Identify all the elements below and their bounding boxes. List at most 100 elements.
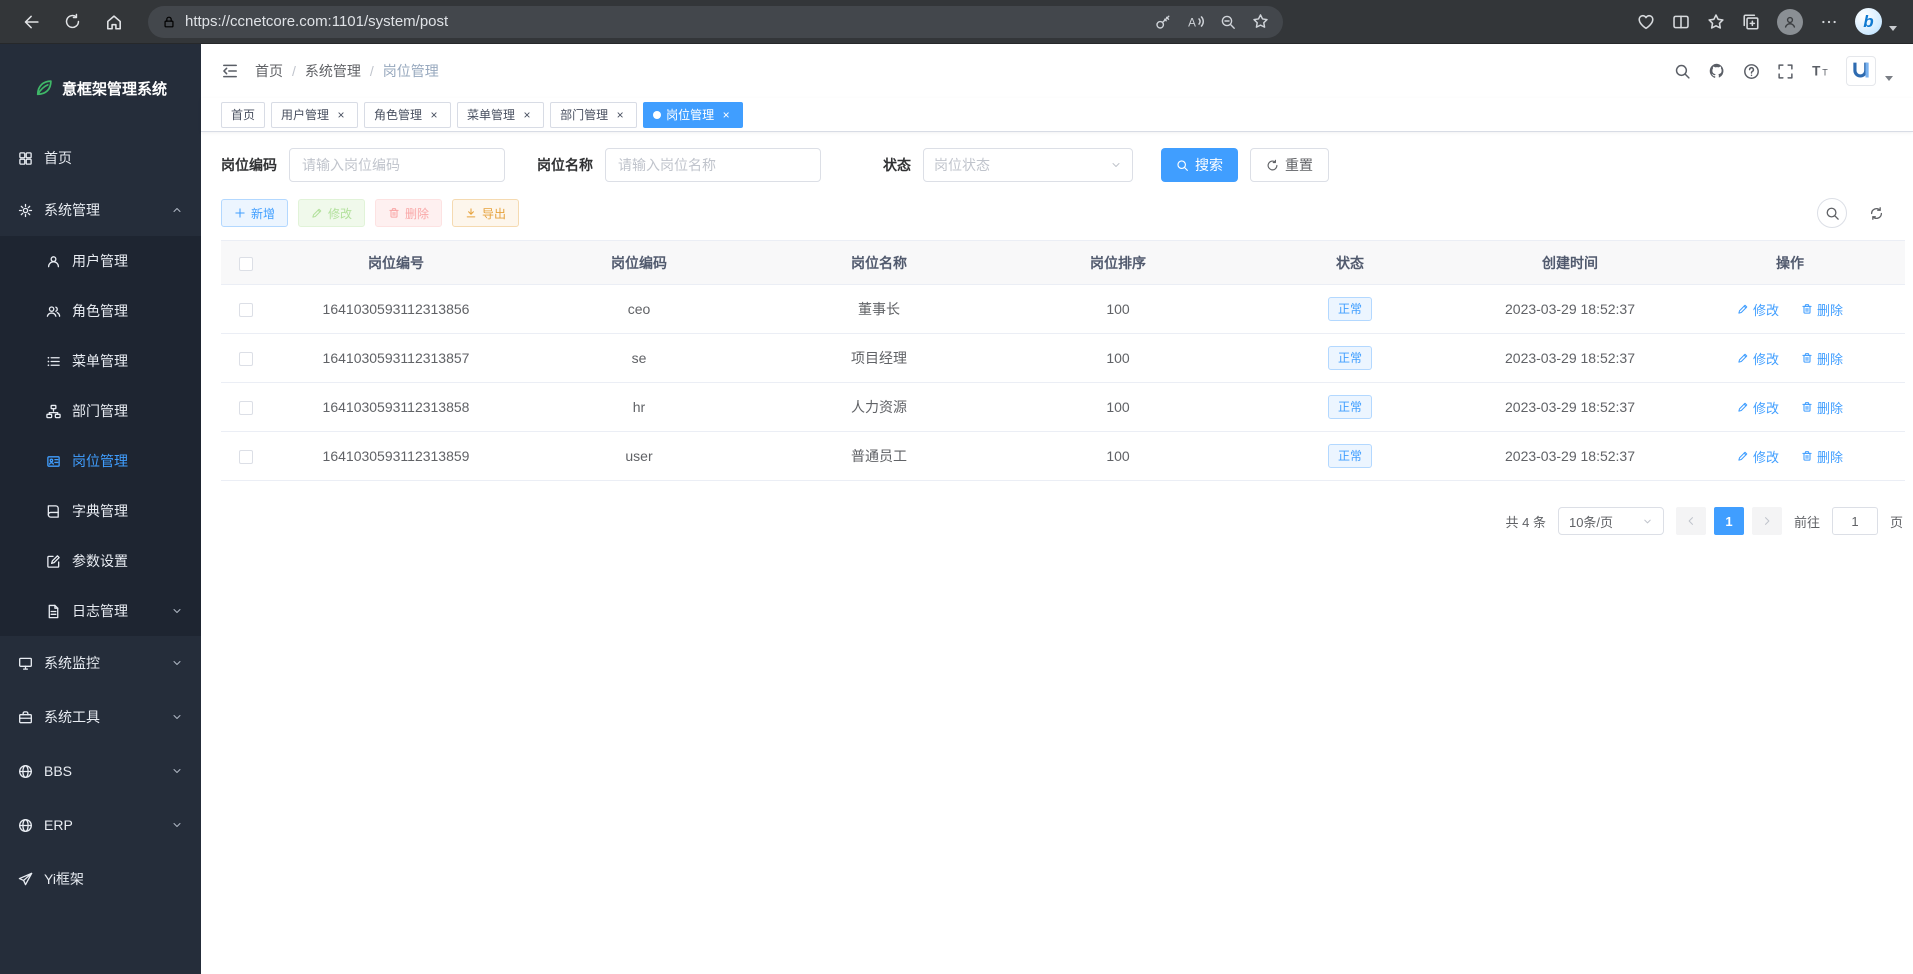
page-number-button[interactable]: 1 <box>1714 507 1744 535</box>
edit-button[interactable]: 修改 <box>298 199 365 227</box>
row-delete-link[interactable]: 删除 <box>1801 349 1843 368</box>
monitor-icon <box>18 656 33 671</box>
row-edit-link[interactable]: 修改 <box>1737 398 1779 417</box>
status-label: 状态 <box>883 155 911 175</box>
export-button[interactable]: 导出 <box>452 199 519 227</box>
row-delete-link[interactable]: 删除 <box>1801 398 1843 417</box>
split-screen-icon[interactable] <box>1672 13 1690 31</box>
close-icon[interactable] <box>334 108 348 122</box>
org-tree-icon <box>46 404 61 419</box>
row-checkbox[interactable] <box>239 352 253 366</box>
tab-home[interactable]: 首页 <box>221 102 265 128</box>
zoom-icon[interactable] <box>1220 14 1236 30</box>
browser-back-button[interactable] <box>12 5 48 39</box>
sidebar-item-parameters[interactable]: 参数设置 <box>0 536 201 586</box>
tab-menus[interactable]: 菜单管理 <box>457 102 544 128</box>
address-bar[interactable]: https://ccnetcore.com:1101/system/post A <box>148 6 1283 38</box>
select-all-checkbox[interactable] <box>239 257 253 271</box>
breadcrumb-system[interactable]: 系统管理 <box>283 61 361 81</box>
prev-page-button[interactable] <box>1676 507 1706 535</box>
fullscreen-icon[interactable] <box>1777 63 1794 80</box>
browser-profile-avatar[interactable] <box>1777 9 1803 35</box>
post-code-input[interactable] <box>289 148 505 182</box>
read-aloud-icon[interactable]: A <box>1187 13 1204 30</box>
post-name-input[interactable] <box>605 148 821 182</box>
row-edit-link[interactable]: 修改 <box>1737 349 1779 368</box>
row-edit-link[interactable]: 修改 <box>1737 300 1779 319</box>
url-text[interactable]: https://ccnetcore.com:1101/system/post <box>185 13 1146 30</box>
bing-copilot-icon[interactable] <box>1855 8 1882 35</box>
sidebar-collapse-icon[interactable] <box>221 62 239 80</box>
sidebar-item-logs[interactable]: 日志管理 <box>0 586 201 636</box>
sidebar-item-yi-framework[interactable]: Yi框架 <box>0 852 201 906</box>
font-size-icon[interactable]: TT <box>1811 62 1829 80</box>
tab-label: 菜单管理 <box>467 106 515 123</box>
sidebar-item-roles[interactable]: 角色管理 <box>0 286 201 336</box>
row-delete-link[interactable]: 删除 <box>1801 300 1843 319</box>
trash-icon <box>1801 401 1813 413</box>
sidebar-item-tools[interactable]: 系统工具 <box>0 690 201 744</box>
tab-departments[interactable]: 部门管理 <box>550 102 637 128</box>
toggle-search-button[interactable] <box>1817 198 1847 228</box>
sidebar-item-bbs[interactable]: BBS <box>0 744 201 798</box>
next-page-button[interactable] <box>1752 507 1782 535</box>
sidebar-item-users[interactable]: 用户管理 <box>0 236 201 286</box>
leaf-logo-icon <box>34 78 54 98</box>
user-avatar[interactable] <box>1846 56 1876 86</box>
col-status: 状态 <box>1235 241 1465 285</box>
tabs-bar: 首页 用户管理 角色管理 菜单管理 部门管理 <box>201 98 1913 132</box>
browser-more-icon[interactable] <box>1820 13 1838 31</box>
sidebar-item-dictionary[interactable]: 字典管理 <box>0 486 201 536</box>
row-checkbox[interactable] <box>239 401 253 415</box>
post-sort-cell: 100 <box>1001 334 1235 383</box>
add-button[interactable]: 新增 <box>221 199 288 227</box>
sidebar-item-system[interactable]: 系统管理 <box>0 184 201 236</box>
breadcrumb-home[interactable]: 首页 <box>255 61 283 81</box>
password-key-icon[interactable] <box>1155 14 1171 30</box>
help-icon[interactable] <box>1743 63 1760 80</box>
chevron-up-icon <box>171 204 183 216</box>
sidebar-item-monitor[interactable]: 系统监控 <box>0 636 201 690</box>
delete-button[interactable]: 删除 <box>375 199 442 227</box>
sidebar-item-home[interactable]: 首页 <box>0 132 201 184</box>
github-icon[interactable] <box>1708 62 1726 80</box>
sidebar-item-erp[interactable]: ERP <box>0 798 201 852</box>
search-button[interactable]: 搜索 <box>1161 148 1238 182</box>
browser-essentials-icon[interactable] <box>1637 13 1655 31</box>
goto-page-input[interactable] <box>1832 507 1878 535</box>
reset-button[interactable]: 重置 <box>1250 148 1329 182</box>
user-menu-caret-icon[interactable] <box>1885 76 1893 81</box>
top-navbar: 首页 系统管理 岗位管理 TT <box>201 44 1913 98</box>
back-arrow-icon <box>21 13 39 31</box>
sidebar-item-menus[interactable]: 菜单管理 <box>0 336 201 386</box>
tab-users[interactable]: 用户管理 <box>271 102 358 128</box>
close-icon[interactable] <box>520 108 534 122</box>
row-edit-link[interactable]: 修改 <box>1737 447 1779 466</box>
browser-refresh-button[interactable] <box>54 5 90 39</box>
sidebar-item-posts[interactable]: 岗位管理 <box>0 436 201 486</box>
yi-logo-icon <box>1847 57 1875 85</box>
trash-icon <box>1801 352 1813 364</box>
search-icon[interactable] <box>1674 63 1691 80</box>
close-icon[interactable] <box>427 108 441 122</box>
document-icon <box>46 604 61 619</box>
tab-posts-active[interactable]: 岗位管理 <box>643 102 743 128</box>
svg-text:T: T <box>1812 64 1821 79</box>
dashboard-icon <box>18 151 33 166</box>
status-select[interactable]: 岗位状态 <box>923 148 1133 182</box>
refresh-table-button[interactable] <box>1861 198 1891 228</box>
row-delete-link[interactable]: 删除 <box>1801 447 1843 466</box>
copilot-caret-icon[interactable] <box>1889 26 1897 31</box>
row-checkbox[interactable] <box>239 450 253 464</box>
collections-icon[interactable] <box>1742 13 1760 31</box>
tab-roles[interactable]: 角色管理 <box>364 102 451 128</box>
page-size-select[interactable]: 10条/页 <box>1558 507 1664 535</box>
favorites-bar-icon[interactable] <box>1707 13 1725 31</box>
sidebar-item-departments[interactable]: 部门管理 <box>0 386 201 436</box>
favorites-add-icon[interactable] <box>1252 13 1269 30</box>
close-icon[interactable] <box>613 108 627 122</box>
row-checkbox[interactable] <box>239 303 253 317</box>
close-icon[interactable] <box>719 108 733 122</box>
sidebar-item-label: 系统监控 <box>44 653 100 673</box>
browser-home-button[interactable] <box>96 5 132 39</box>
